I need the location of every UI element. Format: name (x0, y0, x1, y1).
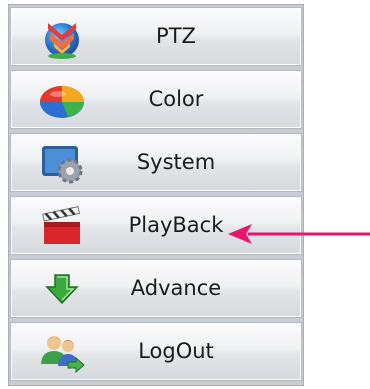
advance-button[interactable]: Advance (10, 259, 302, 318)
ptz-icon (45, 23, 79, 59)
logout-button[interactable]: LogOut (10, 322, 302, 381)
clapperboard-icon (42, 206, 80, 244)
ptz-button[interactable]: PTZ (10, 7, 302, 66)
system-icon (42, 146, 83, 184)
users-icon (41, 336, 85, 374)
annotation-arrow (228, 224, 370, 244)
color-button[interactable]: Color (10, 70, 302, 129)
color-label: Color (148, 87, 204, 111)
logout-label: LogOut (138, 339, 214, 363)
system-button[interactable]: System (10, 133, 302, 192)
ptz-label: PTZ (156, 24, 196, 48)
menu-panel: PTZ Color System PlayBack Advance LogOut (8, 4, 304, 386)
color-icon (40, 86, 84, 118)
system-label: System (136, 150, 216, 174)
advance-label: Advance (130, 276, 222, 300)
down-arrow-icon (45, 274, 79, 305)
